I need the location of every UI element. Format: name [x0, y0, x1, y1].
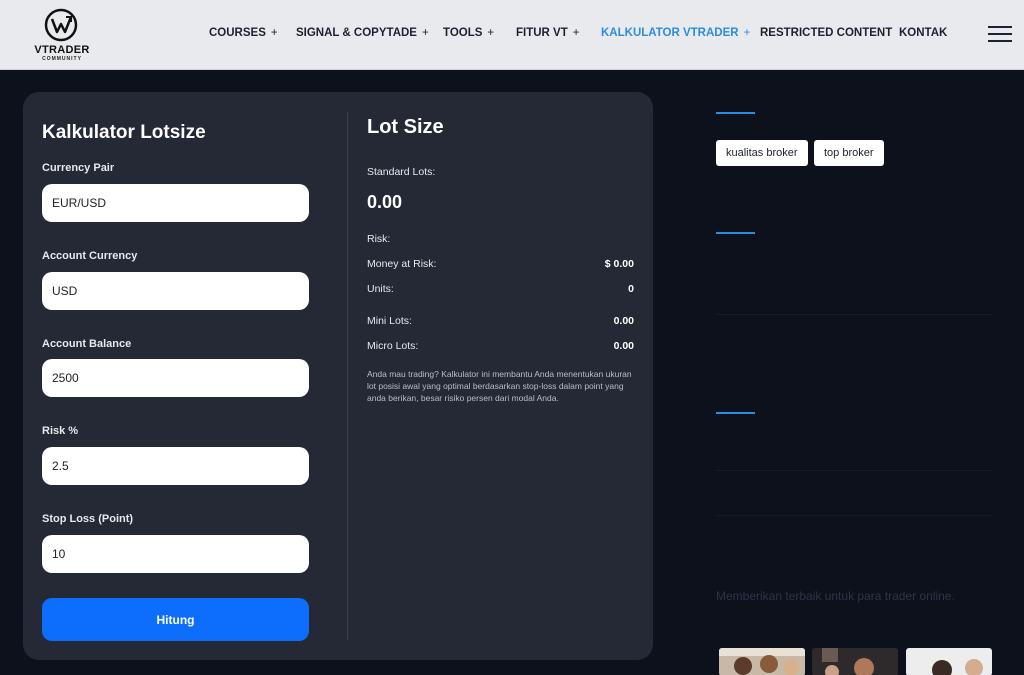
gallery-thumbnail[interactable] — [812, 648, 898, 675]
money-at-risk-label: Money at Risk: — [367, 258, 437, 270]
risk-percent-input[interactable] — [42, 447, 309, 485]
nav-courses[interactable]: COURSES + — [209, 27, 278, 39]
tag-kualitas-broker[interactable]: kualitas broker — [716, 140, 808, 166]
risk-label: Risk: — [367, 233, 391, 245]
tag-top-broker[interactable]: top broker — [814, 140, 884, 166]
calculator-title: Kalkulator Lotsize — [42, 122, 206, 143]
mini-lots-value: 0.00 — [613, 315, 634, 327]
micro-lots-value: 0.00 — [613, 340, 634, 352]
stop-loss-label: Stop Loss (Point) — [42, 513, 134, 525]
money-at-risk-value: $ 0.00 — [604, 258, 634, 270]
currency-pair-label: Currency Pair — [42, 162, 115, 174]
nav-expand-icon: + — [270, 27, 278, 39]
logo-mark-icon — [44, 8, 78, 42]
widget-separator — [716, 314, 992, 315]
gallery-thumbnail[interactable] — [719, 648, 805, 675]
nav-expand-icon: + — [421, 27, 429, 39]
currency-pair-input[interactable] — [42, 184, 309, 222]
account-balance-input[interactable] — [42, 359, 309, 397]
nav-fitur-vt[interactable]: FITUR VT + — [516, 27, 579, 39]
result-title: Lot Size — [367, 116, 444, 138]
site-header: VTRADER COMMUNITY COURSES + SIGNAL & COPY… — [0, 0, 1024, 70]
standard-lots-value: 0.00 — [367, 192, 403, 212]
sidebar-tagline: Memberikan terbaik untuk para trader onl… — [716, 589, 955, 603]
nav-kontak[interactable]: KONTAK — [899, 27, 947, 39]
gallery-thumbnail[interactable] — [906, 648, 992, 675]
nav-expand-icon: + — [572, 27, 580, 39]
logo-subtext: COMMUNITY — [42, 56, 82, 62]
account-currency-label: Account Currency — [42, 250, 138, 262]
stop-loss-input[interactable] — [42, 535, 309, 573]
nav-tools[interactable]: TOOLS + — [443, 27, 494, 39]
widget-underline — [716, 112, 755, 114]
site-logo[interactable]: VTRADER COMMUNITY — [30, 8, 94, 62]
standard-lots-label: Standard Lots: — [367, 166, 436, 178]
photo-icon — [906, 648, 992, 675]
logo-text: VTRADER — [34, 44, 90, 56]
risk-percent-label: Risk % — [42, 425, 79, 437]
photo-icon — [719, 648, 805, 675]
mini-lots-label: Mini Lots: — [367, 315, 412, 327]
widget-underline — [716, 232, 755, 234]
nav-expand-icon: + — [743, 27, 751, 39]
widget-separator — [716, 515, 992, 516]
account-balance-label: Account Balance — [42, 338, 132, 350]
calculator-description: Anda mau trading? Kalkulator ini membant… — [367, 369, 632, 403]
widget-separator — [716, 470, 992, 471]
nav-kalkulator-vtrader[interactable]: KALKULATOR VTRADER + — [601, 27, 750, 39]
account-currency-input[interactable] — [42, 272, 309, 310]
nav-signal-copytrade[interactable]: SIGNAL & COPYTADE + — [296, 27, 429, 39]
micro-lots-label: Micro Lots: — [367, 340, 419, 352]
nav-expand-icon: + — [487, 27, 495, 39]
hamburger-menu-icon[interactable] — [988, 26, 1012, 42]
units-label: Units: — [367, 283, 394, 295]
units-value: 0 — [628, 283, 634, 295]
photo-icon — [812, 648, 898, 675]
widget-underline — [716, 412, 755, 414]
hitung-button[interactable]: Hitung — [42, 598, 309, 641]
nav-restricted-content[interactable]: RESTRICTED CONTENT — [760, 27, 892, 39]
card-divider — [347, 112, 348, 640]
